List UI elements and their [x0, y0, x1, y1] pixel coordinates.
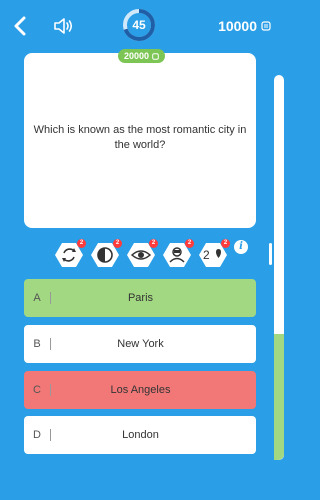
answer-text: Paris — [127, 292, 154, 304]
back-button[interactable] — [10, 14, 32, 38]
answer-text: New York — [117, 338, 164, 350]
answer-letter: D — [33, 429, 41, 441]
answer-option-c[interactable]: C Los Angeles — [24, 371, 256, 409]
reward-badge: 20000 — [118, 49, 166, 63]
lifeline-count-badge: 2 — [149, 239, 158, 248]
lifeline-count-badge: 2 — [113, 239, 122, 248]
answer-text: London — [122, 429, 159, 441]
answer-option-d[interactable]: D London — [24, 416, 256, 454]
lifeline-label: 2 — [203, 248, 210, 262]
question-text: Which is known as the most romantic city… — [33, 124, 247, 151]
lifeline-second-chance[interactable]: 2 2 — [199, 239, 230, 268]
lifeline-count-badge: 2 — [221, 239, 230, 248]
scroll-handle[interactable] — [269, 243, 272, 265]
answer-option-a[interactable]: A Paris — [24, 279, 256, 317]
reward-value: 20000 — [124, 51, 150, 61]
chevron-left-icon — [14, 16, 26, 36]
answer-letter: A — [33, 292, 41, 304]
answer-option-b[interactable]: B New York — [24, 325, 256, 363]
answer-letter: B — [33, 338, 41, 350]
coin-balance: 10000 — [218, 16, 271, 36]
answer-text: Los Angeles — [110, 384, 171, 396]
lifeline-swap-question[interactable]: 2 — [55, 239, 86, 268]
timer-value: 45 — [132, 18, 146, 32]
next-card-peek-answer — [274, 334, 284, 460]
info-icon: i — [239, 241, 243, 252]
info-button[interactable]: i — [234, 240, 248, 254]
lifeline-fifty-fifty[interactable]: 2 — [91, 239, 122, 268]
lifeline-audience-poll[interactable]: 2 — [163, 239, 194, 268]
countdown-timer: 45 — [122, 8, 156, 42]
question-card: Which is known as the most romantic city… — [24, 53, 256, 228]
coin-balance-value: 10000 — [218, 18, 257, 34]
lifeline-count-badge: 2 — [77, 239, 86, 248]
speaker-icon — [54, 18, 73, 34]
coin-stack-icon — [261, 21, 271, 31]
sound-toggle[interactable] — [52, 14, 76, 38]
answer-letter: C — [33, 384, 41, 396]
lifeline-reveal-answer[interactable]: 2 — [127, 239, 158, 268]
coin-icon — [152, 52, 159, 60]
lifeline-count-badge: 2 — [185, 239, 194, 248]
